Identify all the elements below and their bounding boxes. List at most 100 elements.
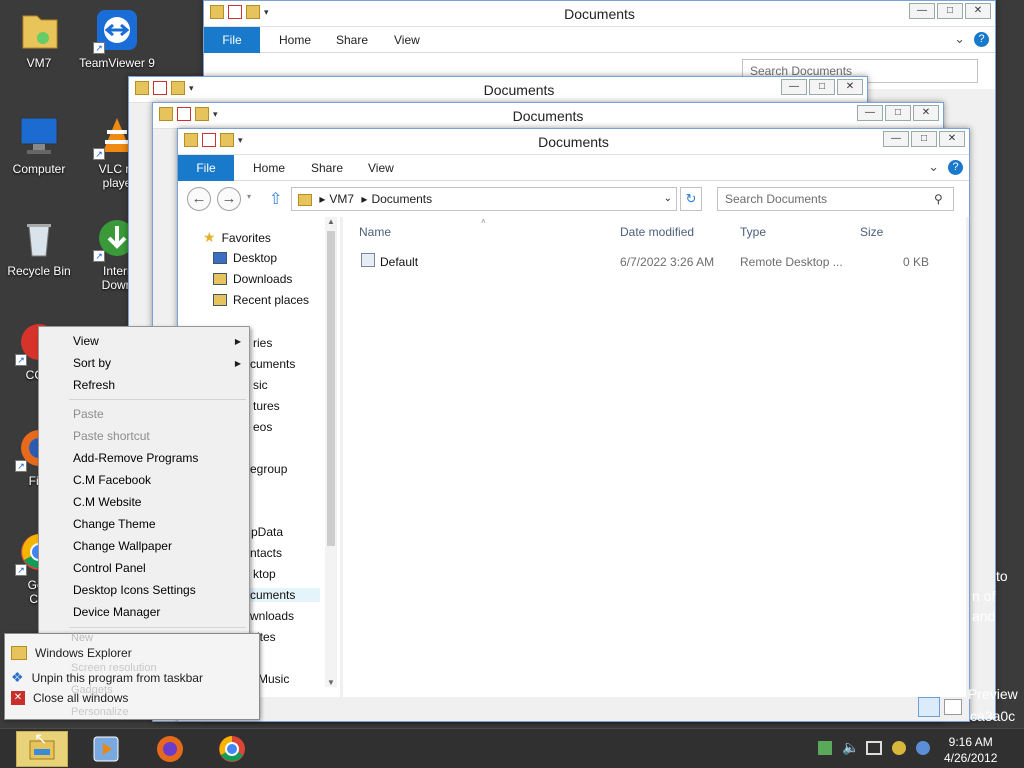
menu-item-cm-facebook[interactable]: C.M Facebook: [73, 473, 151, 487]
menu-item-sort-by[interactable]: Sort by: [73, 356, 111, 370]
desktop-icon-recycle-bin[interactable]: Recycle Bin: [0, 216, 78, 278]
tray-globe-icon[interactable]: [916, 741, 930, 755]
desktop-icon-computer[interactable]: Computer: [0, 114, 78, 176]
column-name[interactable]: Name: [359, 225, 391, 239]
taskbar-media-player[interactable]: [80, 731, 132, 767]
scrollbar-thumb[interactable]: [327, 231, 335, 546]
taskbar-chrome[interactable]: [206, 731, 258, 767]
nav-documents[interactable]: cuments: [250, 357, 295, 371]
table-row[interactable]: Default 6/7/2022 3:26 AM Remote Desktop …: [343, 247, 943, 271]
window-title: Documents: [564, 6, 635, 22]
menu-item-control-panel[interactable]: Control Panel: [73, 561, 146, 575]
up-arrow-icon[interactable]: ⇧: [269, 189, 282, 209]
tray-app-icon[interactable]: [892, 741, 906, 755]
nav-music[interactable]: sic: [253, 378, 268, 392]
tab-share[interactable]: Share: [336, 33, 368, 47]
column-type[interactable]: Type: [740, 225, 766, 239]
menu-item-refresh[interactable]: Refresh: [73, 378, 115, 392]
menu-item-change-wallpaper[interactable]: Change Wallpaper: [73, 539, 172, 553]
close-button[interactable]: ✕: [913, 105, 939, 121]
menu-item-paste[interactable]: Paste: [73, 407, 104, 421]
menu-item-device-manager[interactable]: Device Manager: [73, 605, 160, 619]
desktop-icon-vm7[interactable]: VM7: [0, 8, 78, 70]
taskbar-firefox[interactable]: [144, 731, 196, 767]
nav-libraries[interactable]: ries: [253, 336, 272, 350]
minimize-button[interactable]: —: [857, 105, 883, 121]
maximize-button[interactable]: □: [937, 3, 963, 19]
close-button[interactable]: ✕: [965, 3, 991, 19]
network-icon[interactable]: [866, 741, 882, 755]
close-button[interactable]: ✕: [837, 79, 863, 95]
tab-view[interactable]: View: [394, 33, 420, 47]
nav-downloads[interactable]: Downloads: [213, 272, 292, 286]
back-button[interactable]: ←: [187, 187, 211, 211]
breadcrumb-vm7[interactable]: VM7: [329, 192, 354, 206]
maximize-button[interactable]: □: [809, 79, 835, 95]
search-icon[interactable]: ⚲: [934, 192, 943, 206]
chevron-down-icon[interactable]: ⌄: [928, 159, 939, 175]
clock[interactable]: 9:16 AM 4/26/2012: [944, 734, 997, 766]
menu-item-cm-website[interactable]: C.M Website: [73, 495, 141, 509]
details-view-button[interactable]: [918, 697, 940, 717]
nav-videos[interactable]: eos: [253, 420, 272, 434]
nav-scrollbar[interactable]: ▲ ▼: [325, 217, 337, 687]
desktop-icon-teamviewer[interactable]: ↗ TeamViewer 9: [78, 8, 156, 70]
nav-music-user[interactable]: Music: [258, 672, 289, 686]
downloads-icon: [213, 273, 227, 285]
explorer-window-documents[interactable]: ▾ Documents — □ ✕ File Home Share View ⌄ ?…: [177, 128, 970, 722]
search-input[interactable]: Search Documents: [717, 187, 954, 211]
tab-home[interactable]: Home: [253, 161, 285, 175]
minimize-button[interactable]: —: [883, 131, 909, 147]
window-title: Documents: [512, 108, 584, 124]
folder-icon: [298, 193, 312, 206]
volume-muted-icon[interactable]: 🔈: [842, 739, 859, 756]
large-icons-view-button[interactable]: [944, 699, 962, 715]
tab-share[interactable]: Share: [311, 161, 343, 175]
chrome-icon: [219, 736, 245, 762]
minimize-button[interactable]: —: [781, 79, 807, 95]
refresh-button[interactable]: ↻: [680, 187, 702, 211]
forward-button[interactable]: →: [217, 187, 241, 211]
nav-downloads-user[interactable]: wnloads: [250, 609, 294, 623]
desktop-context-menu: View ▶ Sort by ▶ Refresh Paste Paste short…: [38, 326, 250, 636]
menu-item-view[interactable]: View: [73, 334, 99, 348]
file-tab[interactable]: File: [204, 27, 260, 53]
chevron-down-icon[interactable]: ⌄: [954, 31, 965, 47]
help-icon[interactable]: ?: [948, 160, 963, 175]
close-button[interactable]: ✕: [939, 131, 965, 147]
jump-item-windows-explorer[interactable]: Windows Explorer: [11, 646, 132, 660]
recent-locations-icon[interactable]: ▾: [247, 192, 251, 201]
nav-favorites[interactable]: ★ Favorites: [203, 229, 271, 246]
nav-contacts[interactable]: ntacts: [250, 546, 282, 560]
desktop-icon: [213, 252, 227, 264]
nav-pictures[interactable]: tures: [253, 399, 280, 413]
help-icon[interactable]: ?: [974, 32, 989, 47]
tab-view[interactable]: View: [368, 161, 394, 175]
tab-home[interactable]: Home: [279, 33, 311, 47]
menu-item-desktop-icons-settings[interactable]: Desktop Icons Settings: [73, 583, 196, 597]
scroll-down-arrow[interactable]: ▼: [325, 678, 337, 687]
maximize-button[interactable]: □: [911, 131, 937, 147]
taskbar-jump-list: New Windows Explorer Screen resolution ❖…: [4, 632, 260, 720]
menu-item-add-remove-programs[interactable]: Add-Remove Programs: [73, 451, 198, 465]
chevron-down-icon[interactable]: ⌄: [664, 188, 672, 210]
menu-item-change-theme[interactable]: Change Theme: [73, 517, 156, 531]
nav-documents-user[interactable]: cuments: [250, 588, 320, 602]
nav-homegroup[interactable]: egroup: [250, 462, 287, 476]
nav-appdata[interactable]: pData: [251, 525, 283, 539]
nav-recent-places[interactable]: Recent places: [213, 293, 309, 307]
peek-text: to n of and: [972, 568, 1008, 624]
column-size[interactable]: Size: [860, 225, 883, 239]
action-center-icon[interactable]: [818, 741, 832, 755]
maximize-button[interactable]: □: [885, 105, 911, 121]
minimize-button[interactable]: —: [909, 3, 935, 19]
file-tab[interactable]: File: [178, 155, 234, 181]
menu-item-paste-shortcut[interactable]: Paste shortcut: [73, 429, 150, 443]
nav-desktop[interactable]: Desktop: [213, 251, 277, 265]
address-bar[interactable]: ▸ VM7 ▸ Documents ⌄: [291, 187, 677, 211]
breadcrumb-documents[interactable]: Documents: [371, 192, 432, 206]
column-date[interactable]: Date modified: [620, 225, 694, 239]
scroll-up-arrow[interactable]: ▲: [325, 217, 337, 226]
nav-desktop-user[interactable]: ktop: [253, 567, 276, 581]
jump-item-close-all[interactable]: ✕ Close all windows: [11, 691, 128, 705]
